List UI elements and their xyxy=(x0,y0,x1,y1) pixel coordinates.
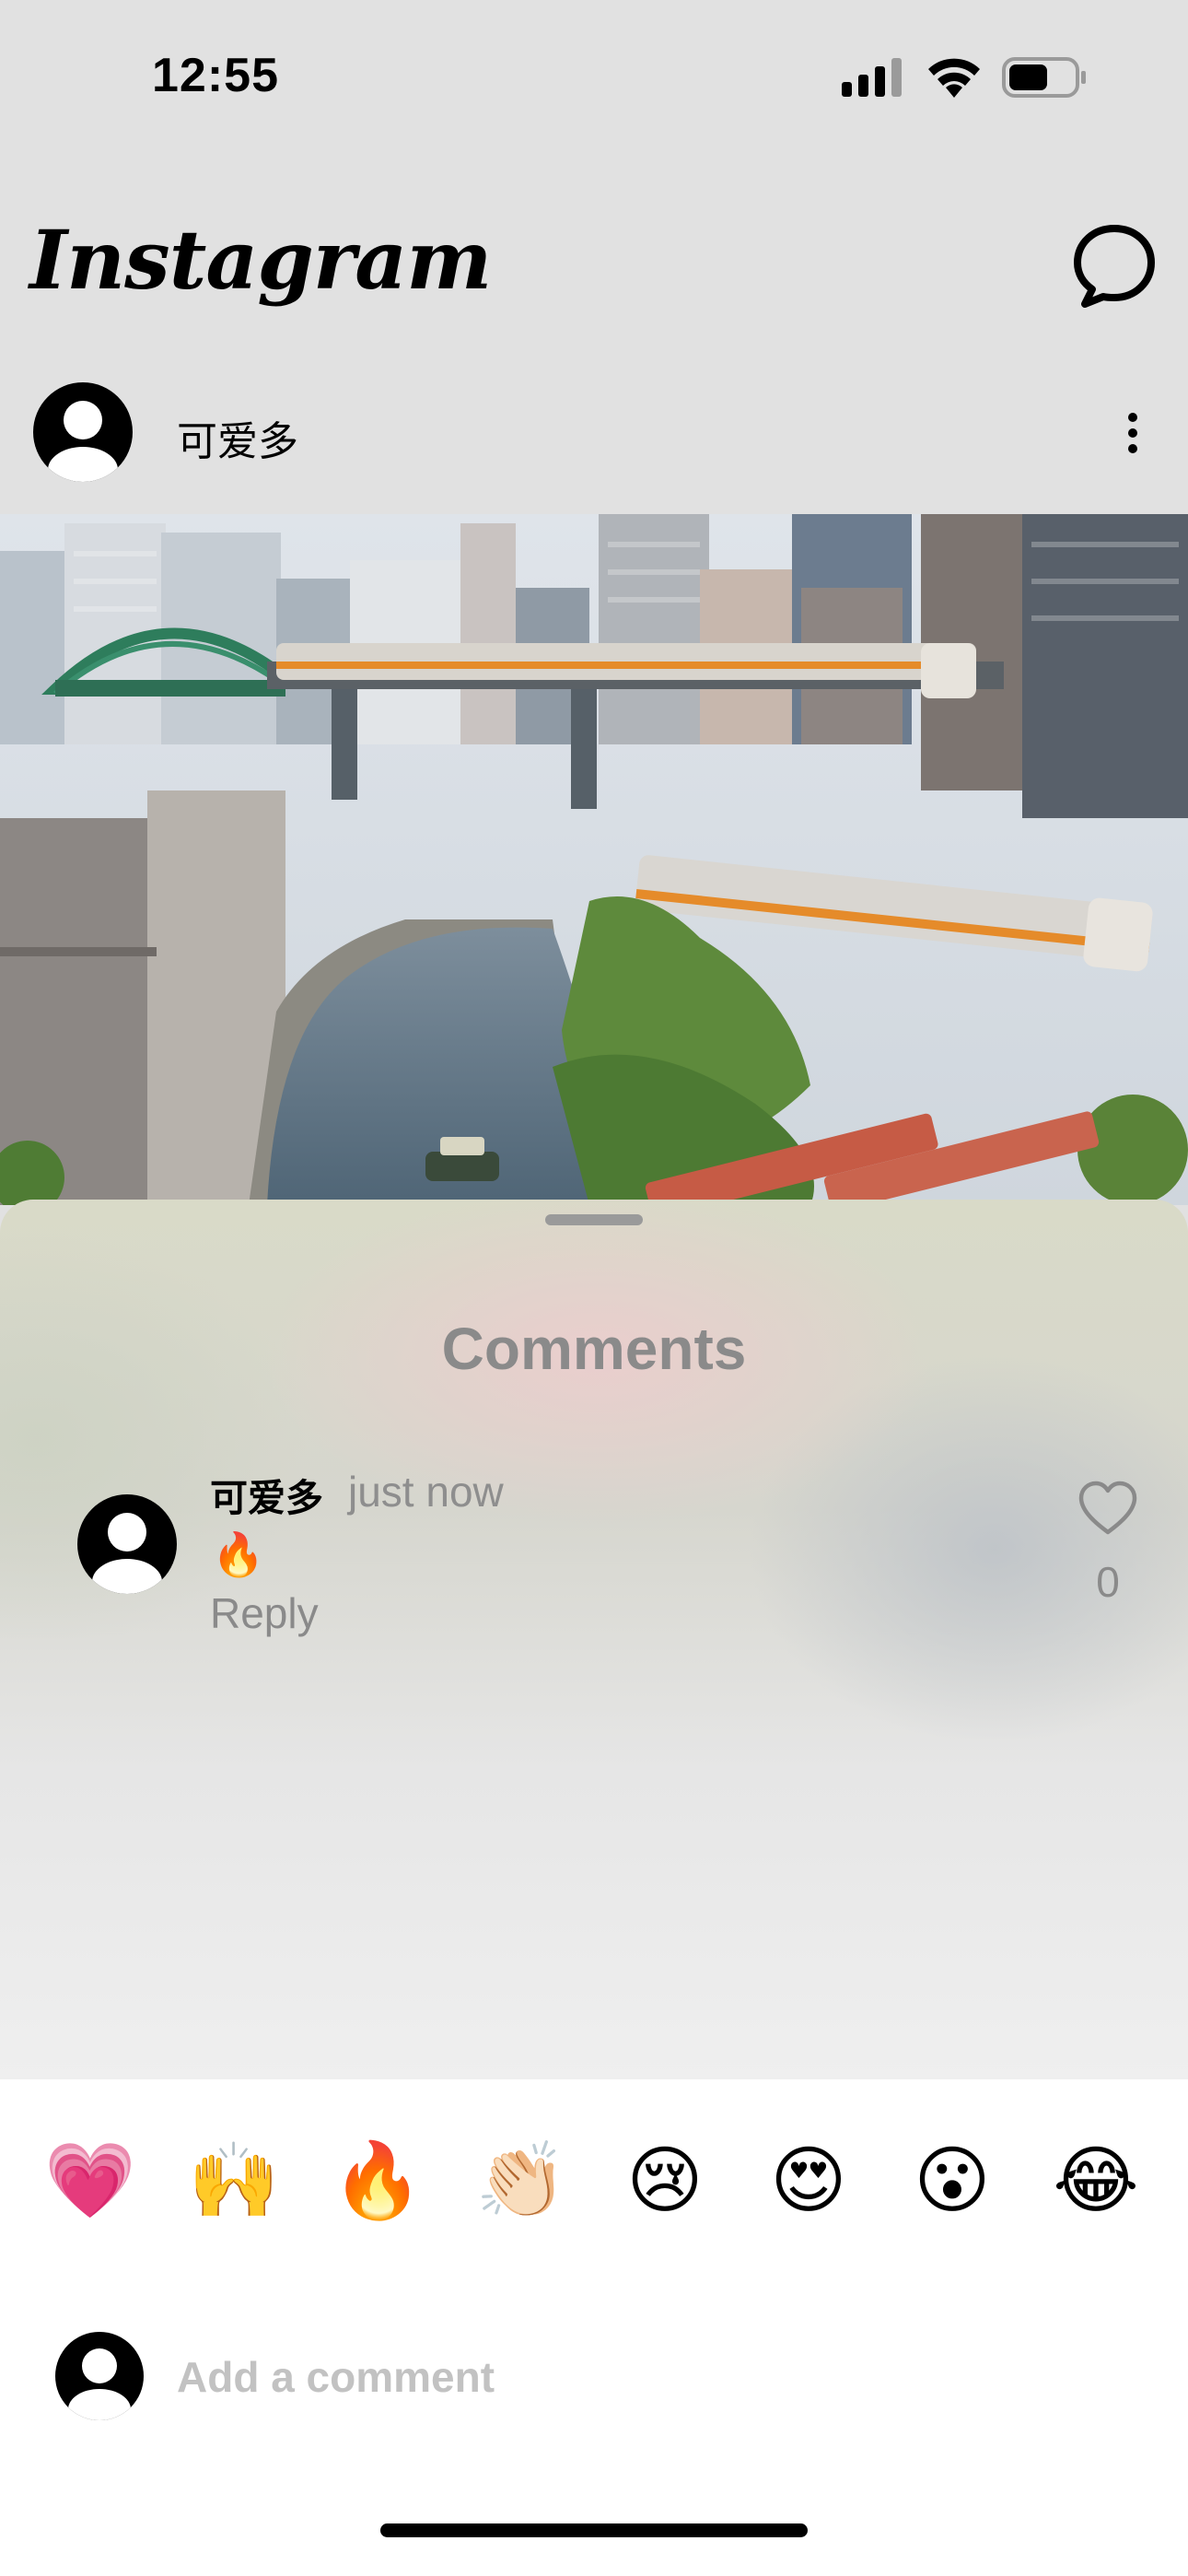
app-header: Instagram xyxy=(0,203,1188,322)
emoji-heart-button[interactable]: 💗 xyxy=(44,2135,136,2227)
home-indicator[interactable] xyxy=(380,2523,808,2537)
post-photo[interactable] xyxy=(0,514,1188,1205)
emoji-reaction-bar: 💗 🙌 🔥 👏🏻 😢 😍 😮 😂 xyxy=(0,2135,1188,2227)
emoji-laughing-button[interactable]: 😂 xyxy=(1050,2135,1142,2227)
comment-timestamp: just now xyxy=(348,1468,504,1516)
emoji-surprised-button[interactable]: 😮 xyxy=(906,2135,998,2227)
comment-avatar[interactable] xyxy=(77,1494,177,1594)
status-icons xyxy=(842,57,1087,98)
wifi-icon xyxy=(928,58,980,98)
battery-icon xyxy=(1002,57,1086,98)
instagram-logo[interactable]: Instagram xyxy=(29,212,492,308)
composer-avatar xyxy=(55,2332,144,2420)
comment-text: 🔥 xyxy=(212,1530,265,1578)
more-vertical-icon[interactable] xyxy=(1114,405,1151,461)
avatar[interactable] xyxy=(33,382,133,482)
comments-sheet: Comments 可爱多 just now 🔥 Reply 0 xyxy=(0,1200,1188,2079)
status-bar: 12:55 xyxy=(0,0,1188,161)
comment-username[interactable]: 可爱多 xyxy=(210,1467,323,1522)
emoji-fire-button[interactable]: 🔥 xyxy=(332,2135,424,2227)
add-comment-input[interactable] xyxy=(177,2345,1006,2409)
composer-area: 💗 🙌 🔥 👏🏻 😢 😍 😮 😂 xyxy=(0,2079,1188,2576)
emoji-heart-eyes-button[interactable]: 😍 xyxy=(763,2135,855,2227)
emoji-clap-button[interactable]: 👏🏻 xyxy=(475,2135,567,2227)
emoji-raised-hands-button[interactable]: 🙌 xyxy=(188,2135,280,2227)
status-time: 12:55 xyxy=(152,49,279,102)
add-comment-row xyxy=(0,2328,1188,2430)
like-count: 0 xyxy=(1096,1558,1120,1606)
reply-button[interactable]: Reply xyxy=(210,1588,319,1638)
messenger-icon[interactable] xyxy=(1068,219,1160,311)
sheet-grabber[interactable] xyxy=(545,1214,643,1225)
comments-title: Comments xyxy=(441,1316,747,1382)
post-username[interactable]: 可爱多 xyxy=(177,408,298,467)
comment-item: 可爱多 just now 🔥 Reply 0 xyxy=(0,1439,1188,1642)
signal-icon xyxy=(842,58,902,97)
heart-icon[interactable] xyxy=(1077,1481,1138,1536)
post-header: 可爱多 xyxy=(0,373,1188,493)
emoji-crying-button[interactable]: 😢 xyxy=(619,2135,711,2227)
